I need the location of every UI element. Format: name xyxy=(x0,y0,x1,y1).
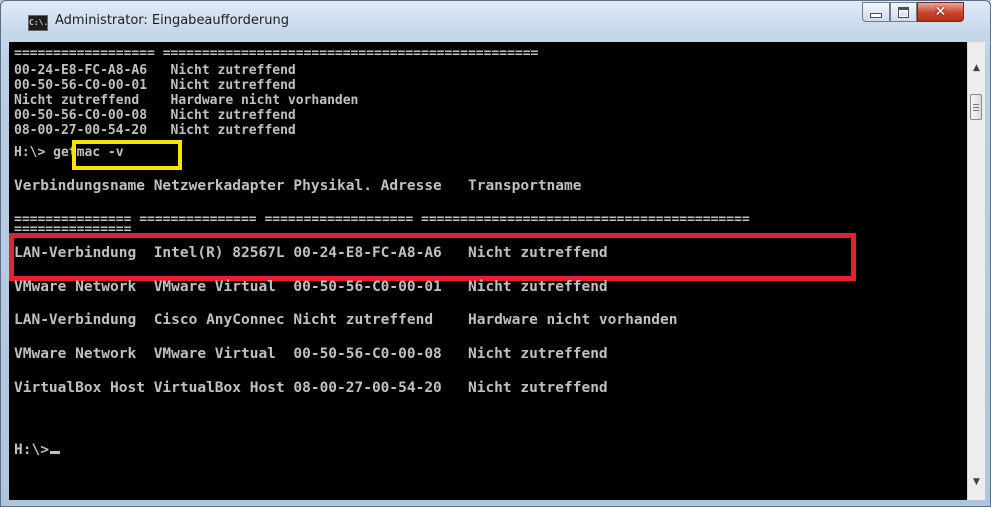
table-row: VMware Network VMware Virtual 00-50-56-C… xyxy=(14,346,608,362)
grip-line xyxy=(973,107,979,108)
window-title: Administrator: Eingabeaufforderung xyxy=(55,13,289,28)
cmd-icon[interactable]: C:\. xyxy=(28,15,48,31)
table-cell: VMware Network xyxy=(14,279,137,295)
table-header-row: Verbindungsname Netzwerkadapter Physikal… xyxy=(14,178,581,194)
column-header: Transportname xyxy=(467,178,582,194)
prompt: H:\> xyxy=(14,442,49,458)
maximize-button[interactable] xyxy=(890,2,917,22)
table-cell: VirtualBox Host xyxy=(153,380,285,396)
minimize-icon xyxy=(870,12,882,18)
table-cell: 08-00-27-00-54-20 xyxy=(293,380,442,396)
scroll-down-icon[interactable]: ▼ xyxy=(968,474,985,491)
console-line: Nicht zutreffend Hardware nicht vorhande… xyxy=(14,93,359,108)
scrollbar-thumb[interactable] xyxy=(970,94,982,120)
close-icon: ✕ xyxy=(934,4,947,20)
text-cursor xyxy=(49,451,60,454)
title-bar[interactable]: C:\. Administrator: Eingabeaufforderung … xyxy=(1,1,990,41)
console-line: ================== =====================… xyxy=(14,46,539,61)
scroll-up-icon[interactable]: ▲ xyxy=(968,60,985,77)
vertical-scrollbar[interactable]: ▲ ▼ xyxy=(967,42,985,500)
table-cell: Nicht zutreffend xyxy=(293,312,434,328)
table-cell: Nicht zutreffend xyxy=(467,279,608,295)
row-highlight-box xyxy=(9,233,856,281)
column-header: Netzwerkadapter xyxy=(153,178,285,194)
final-prompt-line[interactable]: H:\> xyxy=(14,442,60,458)
console-line: 00-50-56-C0-00-01 Nicht zutreffend xyxy=(14,78,296,93)
prompt: H:\> xyxy=(14,145,46,160)
table-cell: Nicht zutreffend xyxy=(467,380,608,396)
table-cell: LAN-Verbindung xyxy=(14,312,137,328)
table-cell: Nicht zutreffend xyxy=(467,346,608,362)
table-cell: Cisco AnyConnec xyxy=(153,312,285,328)
table-cell: VMware Virtual xyxy=(153,346,276,362)
table-row: VMware Network VMware Virtual 00-50-56-C… xyxy=(14,279,608,295)
column-header: Verbindungsname xyxy=(14,178,145,194)
console-line: 00-24-E8-FC-A8-A6 Nicht zutreffend xyxy=(14,63,296,78)
table-cell: VMware Network xyxy=(14,346,137,362)
table-cell: 00-50-56-C0-00-08 xyxy=(293,346,442,362)
table-row: LAN-Verbindung Cisco AnyConnec Nicht zut… xyxy=(14,312,678,328)
command-prompt-window: C:\. Administrator: Eingabeaufforderung … xyxy=(0,0,991,507)
console-output[interactable]: ================== =====================… xyxy=(9,42,967,500)
command-highlight-box xyxy=(72,140,182,170)
maximize-icon xyxy=(898,6,909,18)
close-button[interactable]: ✕ xyxy=(917,2,964,22)
grip-line xyxy=(973,110,979,111)
grip-line xyxy=(973,104,979,105)
table-cell: 00-50-56-C0-00-01 xyxy=(293,279,442,295)
console-line: 08-00-27-00-54-20 Nicht zutreffend xyxy=(14,123,296,138)
table-row: VirtualBox Host VirtualBox Host 08-00-27… xyxy=(14,380,608,396)
table-cell: VMware Virtual xyxy=(153,279,276,295)
table-cell: Hardware nicht vorhanden xyxy=(467,312,678,328)
console-line: 00-50-56-C0-00-08 Nicht zutreffend xyxy=(14,108,296,123)
table-cell: VirtualBox Host xyxy=(14,380,145,396)
column-header: Physikal. Adresse xyxy=(293,178,442,194)
minimize-button[interactable] xyxy=(862,2,890,22)
